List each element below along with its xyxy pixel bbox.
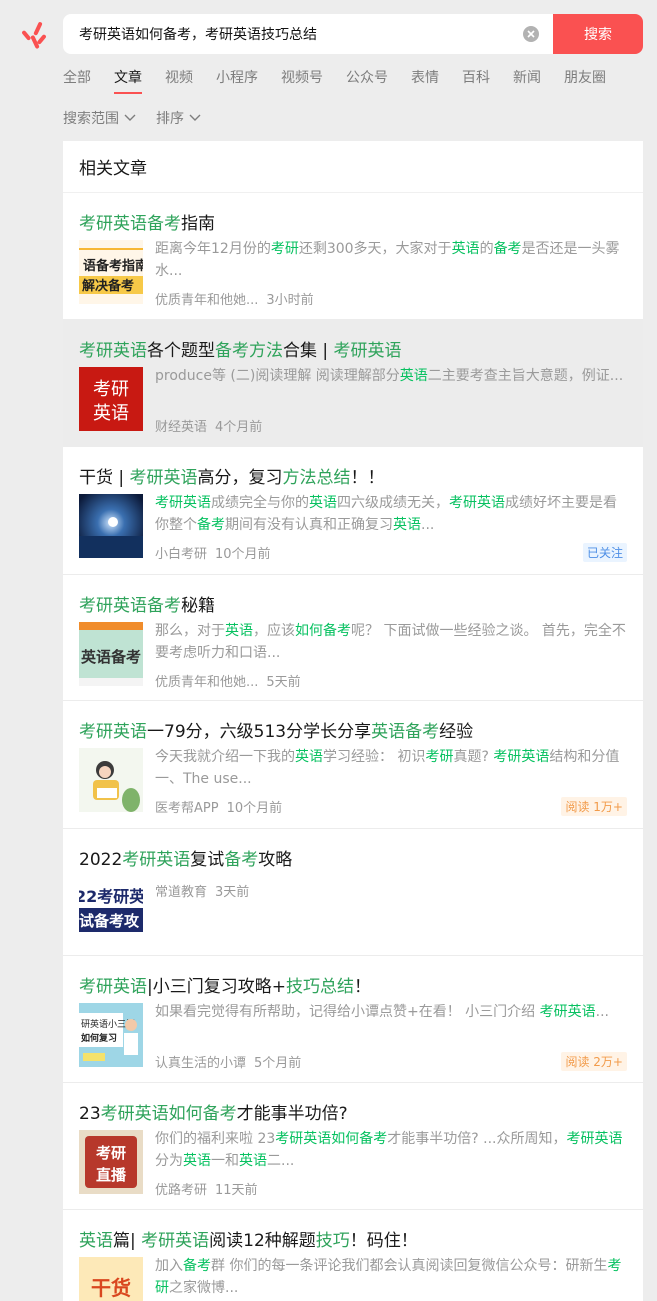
article-meta: 小白考研 10个月前 xyxy=(155,547,271,562)
article-thumbnail: 语备考指南 解决备考 xyxy=(79,240,143,304)
svg-text:语备考指南: 语备考指南 xyxy=(83,258,143,274)
tab-encyclopedia[interactable]: 百科 xyxy=(462,67,490,93)
article-item[interactable]: 23考研英语如何备考才能事半功倍? 考研 直播 你们的福利来啦 23考研英语如何… xyxy=(63,1083,643,1210)
article-title: 考研英语各个题型备考方法合集 | 考研英语 xyxy=(79,341,402,361)
search-query-text: 考研英语如何备考，考研英语技巧总结 xyxy=(79,27,317,43)
svg-text:考研: 考研 xyxy=(96,1144,126,1162)
search-button[interactable]: 搜索 xyxy=(553,14,643,54)
read-count-badge: 阅读 2万+ xyxy=(561,1052,627,1071)
filter-bar: 搜索范围 排序 xyxy=(63,108,221,128)
article-snippet: 今天我就介绍一下我的英语学习经验： 初识考研真题? 考研英语结构和分值 一、Th… xyxy=(155,749,620,787)
article-meta: 财经英语 4个月前 xyxy=(155,420,263,435)
article-title: 考研英语备考指南 xyxy=(79,214,215,234)
tab-official-accounts[interactable]: 公众号 xyxy=(346,67,388,93)
article-thumbnail xyxy=(79,494,143,558)
clear-icon[interactable] xyxy=(523,26,539,42)
article-item[interactable]: 考研英语备考秘籍 英语备考 那么，对于英语，应该如何备考呢？ 下面试做一些经验之… xyxy=(63,575,643,701)
article-thumbnail: 考研 直播 xyxy=(79,1130,143,1194)
svg-text:解决备考: 解决备考 xyxy=(81,278,134,294)
search-input[interactable]: 考研英语如何备考，考研英语技巧总结 xyxy=(63,14,553,54)
chevron-down-icon xyxy=(124,114,136,121)
svg-text:干货: 干货 xyxy=(91,1276,131,1300)
article-meta: 认真生活的小谭 5个月前 xyxy=(155,1056,302,1071)
article-title: 考研英语一79分，六级513分学长分享英语备考经验 xyxy=(79,722,474,742)
article-snippet: 你们的福利来啦 23考研英语如何备考才能事半功倍? ...众所周知，考研英语分为… xyxy=(155,1131,623,1169)
svg-text:直播: 直播 xyxy=(96,1166,127,1184)
article-item[interactable]: 考研英语|小三门复习攻略+技巧总结！ 研英语小三门 如何复习 如果看完觉得有所帮… xyxy=(63,956,643,1083)
article-snippet: 那么，对于英语，应该如何备考呢？ 下面试做一些经验之谈。 首先，完全不要考虑听力… xyxy=(155,623,626,661)
article-snippet: 如果看完觉得有所帮助，记得给小谭点赞+在看！ 小三门介绍 考研英语... xyxy=(155,1004,609,1020)
svg-text:考研: 考研 xyxy=(93,379,129,400)
wechat-search-logo-icon xyxy=(22,22,46,49)
results-panel: 相关文章 考研英语备考指南 语备考指南 解决备考 距离今年12月份的考研还剩30… xyxy=(63,141,643,1301)
article-title: 英语篇| 考研英语阅读12种解题技巧！码住！ xyxy=(79,1231,418,1251)
sort-label: 排序 xyxy=(156,111,184,127)
article-item[interactable]: 考研英语备考指南 语备考指南 解决备考 距离今年12月份的考研还剩300多天，大… xyxy=(63,193,643,320)
tab-moments[interactable]: 朋友圈 xyxy=(564,67,606,93)
article-thumbnail: 研英语小三门 如何复习 xyxy=(79,1003,143,1067)
article-meta: 常道教育 3天前 xyxy=(155,885,250,900)
svg-text:英语备考: 英语备考 xyxy=(81,648,141,666)
article-title: 23考研英语如何备考才能事半功倍? xyxy=(79,1104,348,1124)
article-title: 考研英语|小三门复习攻略+技巧总结！ xyxy=(79,977,371,997)
chevron-down-icon xyxy=(189,114,201,121)
article-item[interactable]: 考研英语一79分，六级513分学长分享英语备考经验 今天我就介绍一下我的英语学习… xyxy=(63,701,643,829)
article-thumbnail: 干货 xyxy=(79,1257,143,1301)
category-tabs: 全部 文章 视频 小程序 视频号 公众号 表情 百科 新闻 朋友圈 xyxy=(63,67,606,94)
article-snippet: 考研英语成绩完全与你的英语四六级成绩无关，考研英语成绩好坏主要是看你整个备考期间… xyxy=(155,495,617,533)
article-snippet: 加入备考群 你们的每一条评论我们都会认真阅读回复微信公众号：研新生考研之家微博.… xyxy=(155,1258,622,1296)
followed-badge: 已关注 xyxy=(582,543,627,562)
article-item[interactable]: 2022考研英语复试备考攻略 22考研英 试备考攻 常道教育 3天前 xyxy=(63,829,643,956)
tab-mini-programs[interactable]: 小程序 xyxy=(216,67,258,93)
article-thumbnail: 英语备考 xyxy=(79,622,143,686)
article-meta: 优路考研 11天前 xyxy=(155,1183,258,1198)
article-item[interactable]: 考研英语各个题型备考方法合集 | 考研英语 考研 英语 produce等 (二)… xyxy=(63,320,643,447)
svg-text:英语: 英语 xyxy=(93,403,129,424)
article-snippet: produce等 (二)阅读理解 阅读理解部分英语二主要考查主旨大意题，例证..… xyxy=(155,368,624,384)
search-scope-dropdown[interactable]: 搜索范围 xyxy=(63,108,136,128)
article-title: 干货 | 考研英语高分，复习方法总结！！ xyxy=(79,468,385,488)
read-count-badge: 阅读 1万+ xyxy=(561,797,627,816)
article-item[interactable]: 干货 | 考研英语高分，复习方法总结！！ 考研英语成绩完全与你的英语四六级成绩无… xyxy=(63,447,643,575)
svg-text:22考研英: 22考研英 xyxy=(79,887,143,906)
article-meta: 医考帮APP 10个月前 xyxy=(155,801,283,816)
tab-articles[interactable]: 文章 xyxy=(114,67,142,94)
article-meta: 优质青年和他她... 3小时前 xyxy=(155,293,314,308)
article-snippet: 距离今年12月份的考研还剩300多天，大家对于英语的备考是否还是一头雾水... xyxy=(155,241,620,279)
article-item[interactable]: 英语篇| 考研英语阅读12种解题技巧！码住！ 干货 加入备考群 你们的每一条评论… xyxy=(63,1210,643,1301)
tab-channels[interactable]: 视频号 xyxy=(281,67,323,93)
svg-text:试备考攻: 试备考攻 xyxy=(79,912,140,930)
article-title: 2022考研英语复试备考攻略 xyxy=(79,850,293,870)
tab-news[interactable]: 新闻 xyxy=(513,67,541,93)
tab-videos[interactable]: 视频 xyxy=(165,67,193,93)
article-thumbnail xyxy=(79,748,143,812)
article-meta: 优质青年和他她... 5天前 xyxy=(155,675,301,690)
sort-dropdown[interactable]: 排序 xyxy=(156,108,201,128)
tab-all[interactable]: 全部 xyxy=(63,67,91,93)
article-title: 考研英语备考秘籍 xyxy=(79,596,215,616)
section-title: 相关文章 xyxy=(63,141,643,193)
article-thumbnail: 22考研英 试备考攻 xyxy=(79,876,143,940)
tab-stickers[interactable]: 表情 xyxy=(411,67,439,93)
search-scope-label: 搜索范围 xyxy=(63,111,119,127)
article-thumbnail: 考研 英语 xyxy=(79,367,143,431)
svg-text:如何复习: 如何复习 xyxy=(81,1032,117,1044)
